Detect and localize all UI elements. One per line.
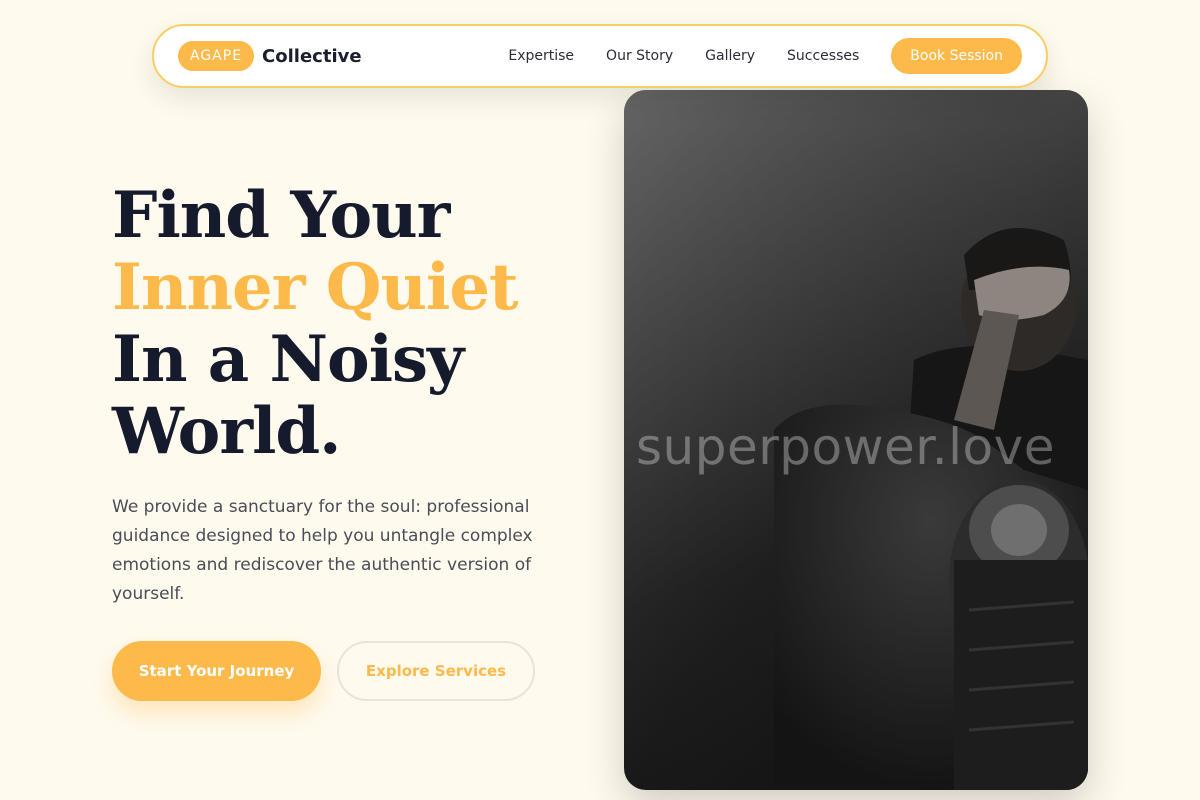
- nav-link-successes[interactable]: Successes: [787, 48, 859, 64]
- headline-line-2-accent: Inner Quiet: [112, 250, 519, 325]
- navbar: AGAPE Collective Expertise Our Story Gal…: [152, 24, 1048, 88]
- logo[interactable]: AGAPE Collective: [178, 41, 362, 71]
- nav-link-gallery[interactable]: Gallery: [705, 48, 755, 64]
- headline-line-4: World.: [112, 394, 341, 469]
- nav-link-our-story[interactable]: Our Story: [606, 48, 673, 64]
- image-watermark: superpower.love: [636, 418, 1055, 476]
- headline-line-1: Find Your: [112, 178, 450, 253]
- hero-subtext: We provide a sanctuary for the soul: pro…: [112, 497, 533, 604]
- book-session-button[interactable]: Book Session: [891, 38, 1022, 74]
- landing-page: AGAPE Collective Expertise Our Story Gal…: [0, 0, 1200, 800]
- logo-badge: AGAPE: [178, 41, 255, 71]
- explore-services-button[interactable]: Explore Services: [337, 641, 535, 701]
- nav-links: Expertise Our Story Gallery Successes Bo…: [508, 38, 1022, 74]
- hero-image: superpower.love: [624, 90, 1088, 790]
- start-journey-button[interactable]: Start Your Journey: [112, 641, 321, 701]
- headline-line-3: In a Noisy: [112, 322, 464, 397]
- hero-headline: Find Your Inner Quiet In a Noisy World.: [112, 180, 592, 468]
- nav-link-expertise[interactable]: Expertise: [508, 48, 574, 64]
- logo-text: Collective: [262, 45, 362, 67]
